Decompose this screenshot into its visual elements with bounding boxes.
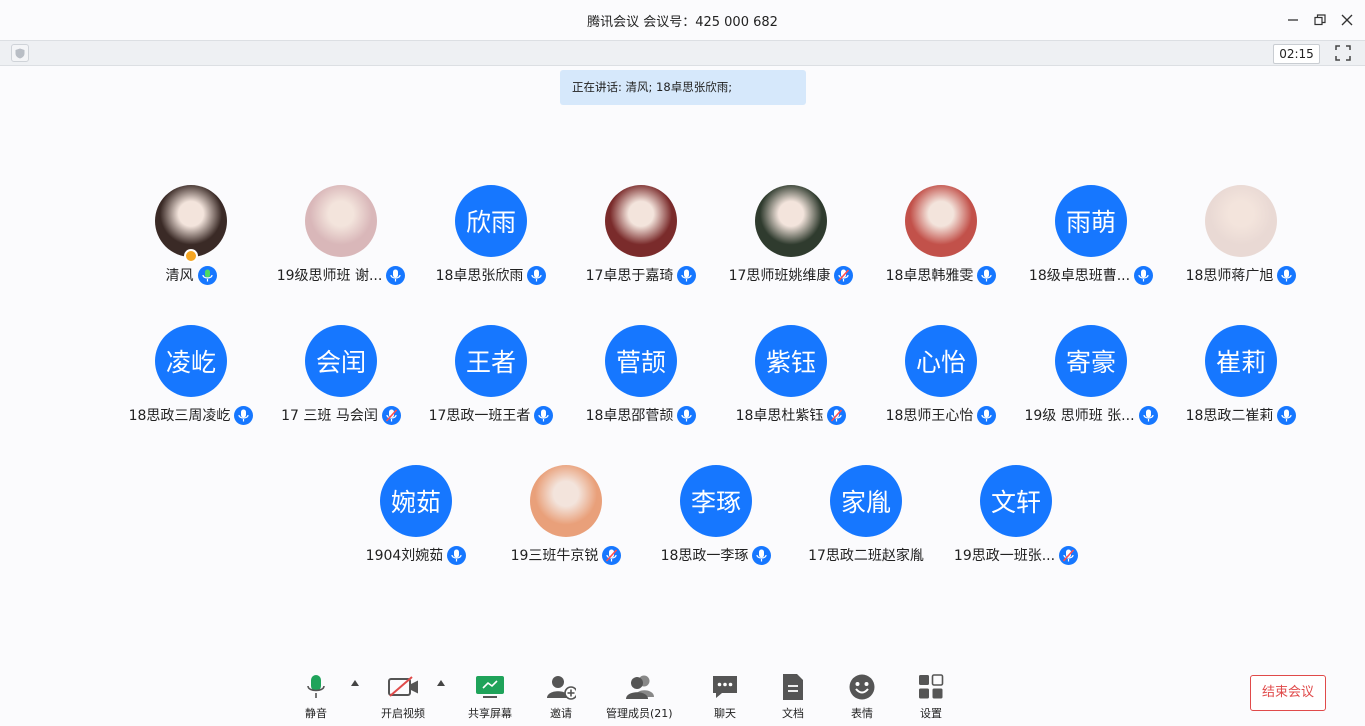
title-bar: 腾讯会议 会议号：425 000 682	[0, 0, 1365, 40]
host-badge-icon	[184, 249, 198, 263]
participant-name: 17思政一班王者	[428, 408, 531, 424]
bottom-toolbar: 静音 开启视频 共享屏幕 邀请 管理成员(21) 聊天 文档 表情 设置	[0, 664, 1365, 726]
security-shield-icon[interactable]	[11, 44, 29, 62]
settings-label: 设置	[920, 707, 942, 720]
microphone-icon	[301, 672, 331, 702]
participant-name-row: 18思政二崔莉	[1136, 405, 1346, 425]
minimize-icon	[1288, 19, 1298, 21]
avatar: 欣雨	[455, 185, 527, 257]
microphone-icon	[197, 265, 217, 285]
participant-name: 19思政一班张...	[953, 548, 1056, 564]
chat-icon	[710, 672, 740, 702]
avatar: 寄豪	[1055, 325, 1127, 397]
invite-button[interactable]: 邀请	[546, 672, 576, 721]
participant-tile[interactable]: 文轩 19思政一班张...	[941, 465, 1091, 575]
participant-name-row: 19思政一班张...	[911, 545, 1121, 565]
participant-name-row: 18思师蒋广旭	[1136, 265, 1346, 285]
restore-button[interactable]	[1309, 9, 1331, 31]
participant-name: 17思政二班赵家胤	[808, 548, 924, 564]
avatar: 王者	[455, 325, 527, 397]
participant-name: 18思政一李琢	[660, 548, 749, 564]
participant-name: 19级 思师班 张...	[1024, 408, 1135, 424]
meeting-info-strip: 02:15	[0, 40, 1365, 66]
video-button[interactable]: 开启视频	[381, 672, 425, 721]
participant-tile[interactable]: 18思师蒋广旭	[1166, 185, 1316, 295]
add-user-icon	[546, 672, 576, 702]
window-title: 腾讯会议 会议号：425 000 682	[587, 15, 778, 30]
invite-label: 邀请	[550, 707, 572, 720]
meeting-timer: 02:15	[1273, 44, 1320, 64]
grid-settings-icon	[916, 672, 946, 702]
share-screen-icon	[475, 672, 505, 702]
avatar: 会闰	[305, 325, 377, 397]
audio-options-caret[interactable]	[351, 680, 359, 686]
microphone-icon	[1277, 265, 1297, 285]
participant-name: 1904刘婉茹	[365, 548, 444, 564]
smiley-icon	[847, 672, 877, 702]
avatar: 家胤	[830, 465, 902, 537]
avatar: 婉茹	[380, 465, 452, 537]
avatar	[530, 465, 602, 537]
avatar	[905, 185, 977, 257]
avatar	[1205, 185, 1277, 257]
avatar: 李琢	[680, 465, 752, 537]
video-off-icon	[388, 672, 418, 702]
participant-name: 清风	[165, 268, 194, 284]
documents-label: 文档	[782, 707, 804, 720]
members-icon	[624, 672, 655, 702]
minimize-button[interactable]	[1282, 9, 1304, 31]
mute-button[interactable]: 静音	[301, 672, 331, 721]
speaking-indicator: 正在讲话: 清风; 18卓思张欣雨;	[560, 70, 806, 105]
chat-button[interactable]: 聊天	[710, 672, 740, 721]
documents-button[interactable]: 文档	[778, 672, 808, 721]
avatar: 雨萌	[1055, 185, 1127, 257]
participant-name: 19级思师班 谢...	[276, 268, 383, 284]
participant-name: 18卓思韩雅雯	[885, 268, 974, 284]
video-options-caret[interactable]	[437, 680, 445, 686]
participant-name: 17思师班姚维康	[728, 268, 831, 284]
share-label: 共享屏幕	[468, 707, 512, 720]
avatar: 菅颉	[605, 325, 677, 397]
video-label: 开启视频	[381, 707, 425, 720]
members-label: 管理成员(21)	[606, 707, 673, 720]
participant-name: 19三班牛京锐	[510, 548, 599, 564]
avatar: 文轩	[980, 465, 1052, 537]
avatar	[605, 185, 677, 257]
participant-name: 18卓思邵菅颉	[585, 408, 674, 424]
share-screen-button[interactable]: 共享屏幕	[468, 672, 512, 721]
avatar	[305, 185, 377, 257]
avatar: 紫钰	[755, 325, 827, 397]
fullscreen-button[interactable]	[1334, 44, 1352, 62]
participant-name: 18思政二崔莉	[1185, 408, 1274, 424]
microphone-icon	[1277, 405, 1297, 425]
chat-label: 聊天	[714, 707, 736, 720]
fullscreen-icon	[1335, 45, 1351, 61]
avatar	[755, 185, 827, 257]
avatar: 心怡	[905, 325, 977, 397]
avatar: 凌屹	[155, 325, 227, 397]
participant-name: 17卓思于嘉琦	[585, 268, 674, 284]
close-icon	[1341, 14, 1353, 26]
emoji-label: 表情	[851, 707, 873, 720]
mute-label: 静音	[305, 707, 327, 720]
participant-name: 17 三班 马会闰	[281, 408, 378, 424]
avatar	[155, 185, 227, 257]
close-button[interactable]	[1336, 9, 1358, 31]
avatar: 崔莉	[1205, 325, 1277, 397]
participant-tile[interactable]: 崔莉 18思政二崔莉	[1166, 325, 1316, 435]
participant-name: 18思政三周凌屹	[128, 408, 231, 424]
participant-name: 18卓思杜紫钰	[735, 408, 824, 424]
restore-icon	[1314, 14, 1326, 26]
end-meeting-button[interactable]: 结束会议	[1250, 675, 1326, 711]
mic-muted-icon	[1059, 545, 1079, 565]
manage-members-button[interactable]: 管理成员(21)	[606, 672, 673, 721]
settings-button[interactable]: 设置	[916, 672, 946, 721]
document-icon	[778, 672, 808, 702]
emoji-button[interactable]: 表情	[847, 672, 877, 721]
participant-name: 18思师蒋广旭	[1185, 268, 1274, 284]
participant-name: 18级卓思班曹...	[1028, 268, 1131, 284]
participant-name: 18思师王心怡	[885, 408, 974, 424]
participant-name: 18卓思张欣雨	[435, 268, 524, 284]
